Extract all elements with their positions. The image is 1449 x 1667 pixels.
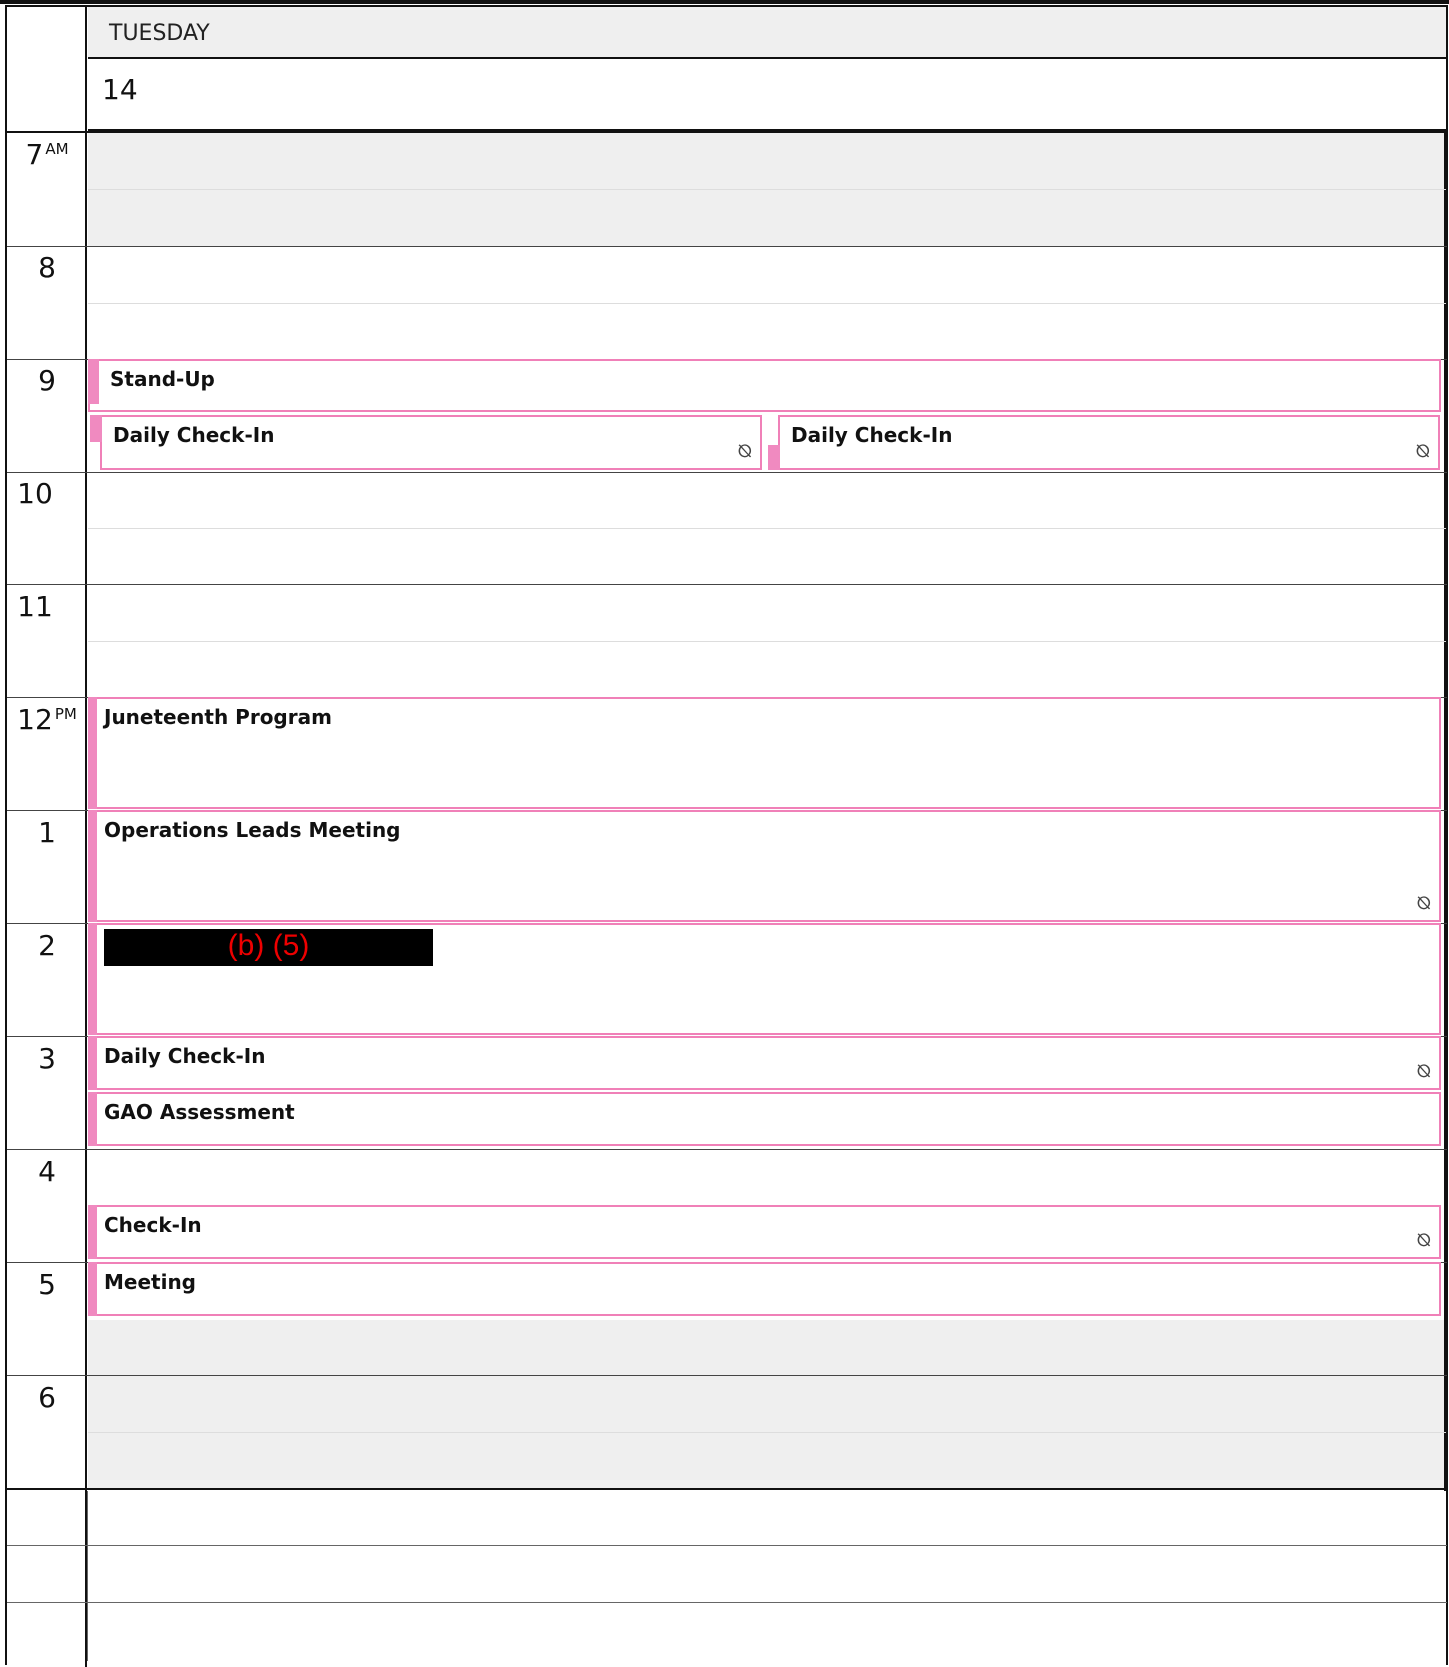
half-hour-line bbox=[88, 528, 1446, 529]
hour-line bbox=[7, 1375, 1447, 1376]
half-hour-line bbox=[88, 1432, 1446, 1433]
event-title: Operations Leads Meeting bbox=[104, 818, 401, 842]
event-title: Daily Check-In bbox=[113, 423, 275, 447]
hour-label-7: 7 AM bbox=[25, 138, 69, 171]
hour-label-4: 4 bbox=[38, 1155, 56, 1188]
hour-label-2: 2 bbox=[38, 929, 56, 962]
event-daily-check-in[interactable]: Daily Check-In ⦰ bbox=[90, 415, 762, 470]
event-operations-leads-meeting[interactable]: Operations Leads Meeting ⦰ bbox=[88, 810, 1441, 922]
event-title: Juneteenth Program bbox=[104, 705, 332, 729]
event-juneteenth-program[interactable]: Juneteenth Program bbox=[88, 697, 1441, 809]
event-stand-up[interactable]: Stand-Up bbox=[88, 359, 1441, 412]
event-gao-assessment[interactable]: GAO Assessment bbox=[88, 1092, 1441, 1146]
hour-line bbox=[7, 1149, 1447, 1150]
row-line bbox=[7, 1545, 1447, 1546]
hour-label-12: 12 PM bbox=[17, 703, 77, 736]
hour-label-1: 1 bbox=[38, 816, 56, 849]
hour-label-5: 5 bbox=[38, 1268, 56, 1301]
event-color-bar bbox=[88, 1092, 97, 1146]
hour-line bbox=[7, 472, 1447, 473]
redaction-box: (b) (5) bbox=[104, 929, 433, 966]
event-color-bar bbox=[90, 415, 102, 442]
half-hour-line bbox=[88, 303, 1446, 304]
event-color-bar bbox=[88, 1262, 97, 1316]
day-name: TUESDAY bbox=[88, 7, 1446, 59]
hour-label-6: 6 bbox=[38, 1381, 56, 1414]
hour-line bbox=[7, 131, 1447, 133]
sync-off-icon: ⦰ bbox=[1416, 1230, 1431, 1251]
hour-line bbox=[7, 584, 1447, 585]
event-check-in[interactable]: Check-In ⦰ bbox=[88, 1205, 1441, 1259]
day-number[interactable]: 14 bbox=[88, 59, 1446, 131]
event-color-bar bbox=[768, 445, 780, 470]
event-meeting[interactable]: Meeting bbox=[88, 1262, 1441, 1316]
off-hours-shade bbox=[88, 1320, 1446, 1490]
half-hour-line bbox=[88, 189, 1446, 190]
row-line bbox=[7, 1602, 1447, 1603]
hour-label-8: 8 bbox=[38, 251, 56, 284]
event-title: Check-In bbox=[104, 1213, 202, 1237]
right-border bbox=[1444, 131, 1446, 1491]
hour-label-11: 11 bbox=[17, 590, 53, 623]
top-border bbox=[0, 0, 1449, 4]
column-line bbox=[87, 1491, 88, 1661]
sync-off-icon: ⦰ bbox=[1415, 441, 1430, 462]
sync-off-icon: ⦰ bbox=[1416, 1061, 1431, 1082]
event-title: GAO Assessment bbox=[104, 1100, 295, 1124]
event-title: Meeting bbox=[104, 1270, 197, 1294]
event-daily-check-in-3pm[interactable]: Daily Check-In ⦰ bbox=[88, 1036, 1441, 1090]
event-color-bar bbox=[88, 923, 97, 1035]
event-color-bar bbox=[88, 359, 99, 404]
event-color-bar bbox=[88, 697, 97, 809]
hour-line bbox=[7, 1488, 1447, 1490]
hour-line bbox=[7, 246, 1447, 247]
hour-label-3: 3 bbox=[38, 1042, 56, 1075]
event-title: Daily Check-In bbox=[791, 423, 953, 447]
event-color-bar bbox=[88, 810, 97, 922]
event-title: Stand-Up bbox=[110, 367, 215, 391]
half-hour-line bbox=[88, 641, 1446, 642]
event-color-bar bbox=[88, 1205, 97, 1259]
sync-off-icon: ⦰ bbox=[1416, 893, 1431, 914]
hour-label-9: 9 bbox=[38, 364, 56, 397]
sync-off-icon: ⦰ bbox=[737, 441, 752, 462]
event-color-bar bbox=[88, 1036, 97, 1090]
event-daily-check-in[interactable]: Daily Check-In ⦰ bbox=[768, 415, 1440, 470]
event-title: Daily Check-In bbox=[104, 1044, 266, 1068]
hour-label-10: 10 bbox=[17, 477, 53, 510]
